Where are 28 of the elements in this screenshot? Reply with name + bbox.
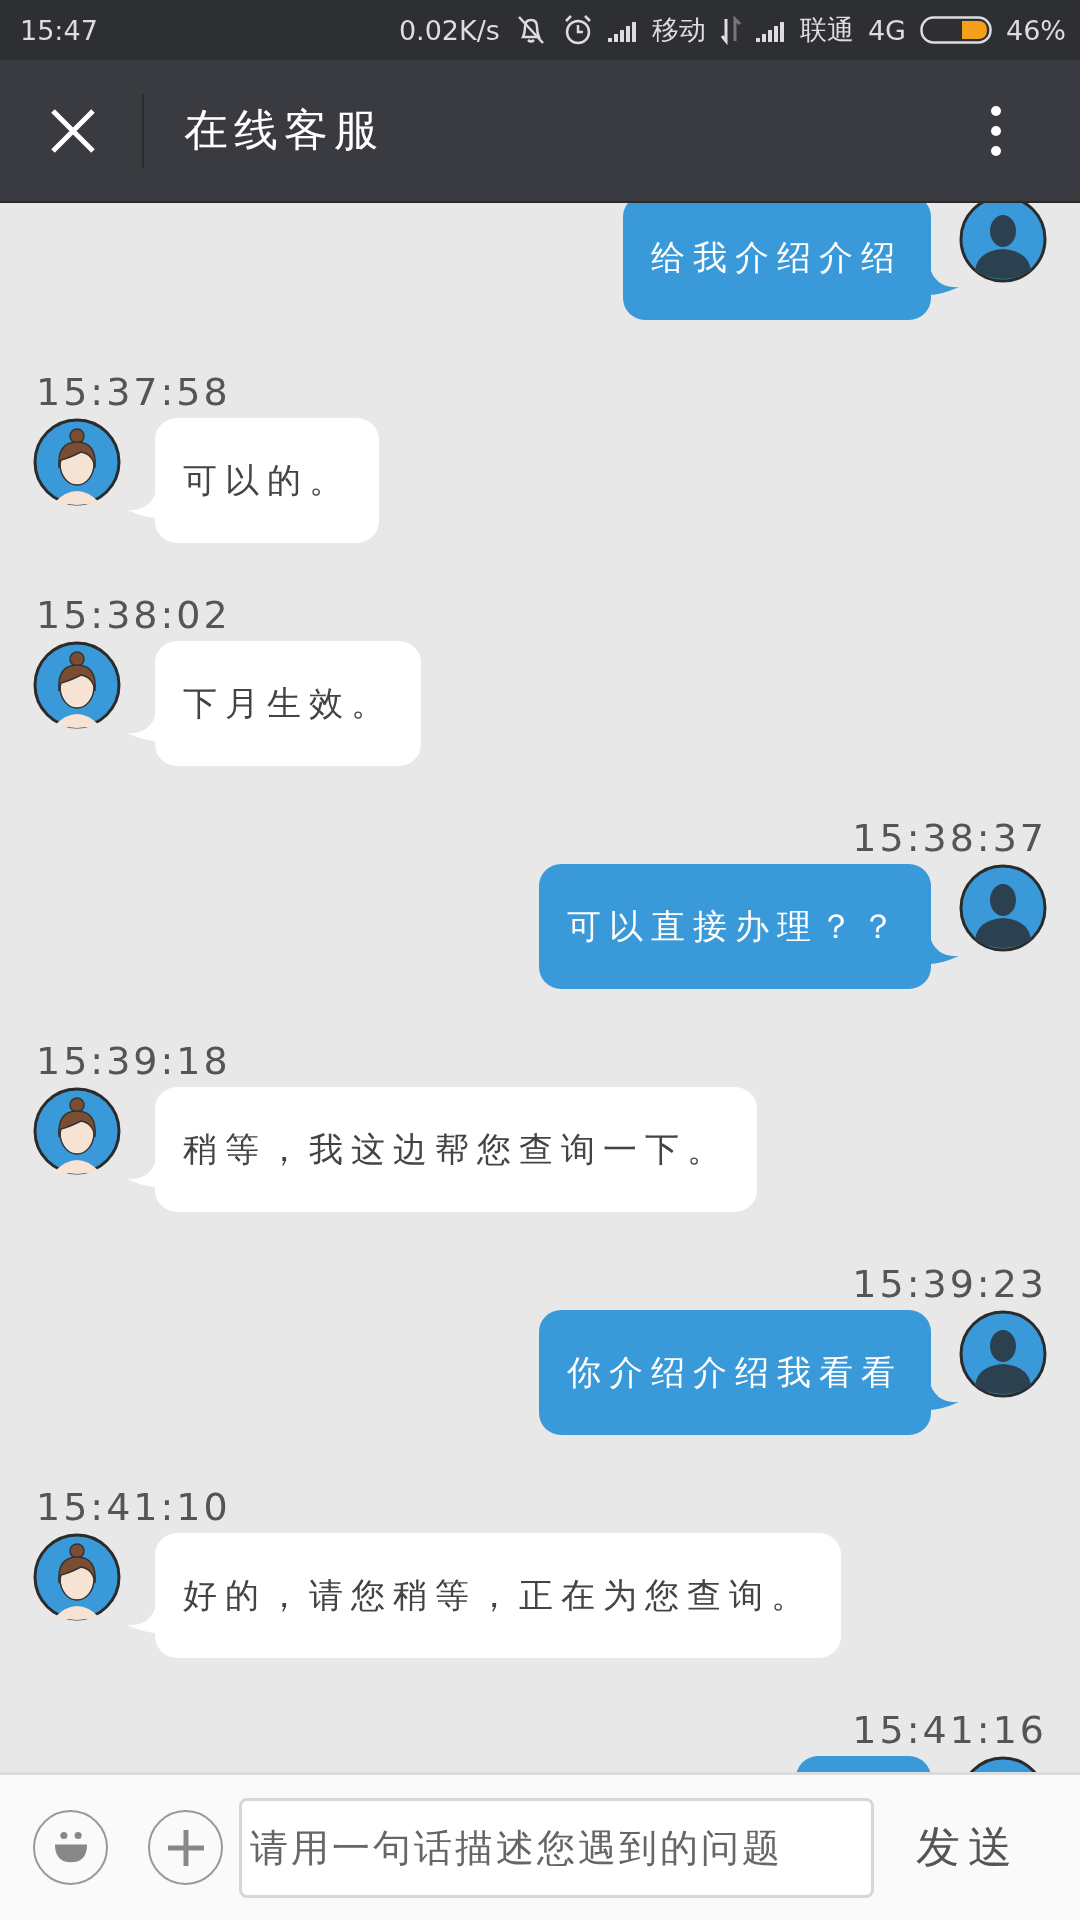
timestamp: 15:41:10 <box>36 1484 231 1531</box>
timestamp: 15:38:02 <box>36 592 231 639</box>
page-title: 在线客服 <box>184 103 385 157</box>
message-bubble: 下月生效。 <box>155 641 421 766</box>
network-type: 4G <box>867 14 906 46</box>
message-bubble: 给我介绍介绍 <box>623 203 931 320</box>
smiley-icon <box>52 1831 89 1864</box>
message-bubble: 稍等，我这边帮您查询一下。 <box>155 1087 757 1212</box>
message-bubble: 可以的。 <box>155 418 379 543</box>
message-bubble: 好的，请您稍等，正在为您查询。 <box>155 1533 841 1658</box>
close-icon <box>49 106 97 155</box>
plus-icon <box>166 1828 205 1867</box>
more-options-icon <box>990 104 1002 157</box>
message-input[interactable]: 请用一句话描述您遇到的问题 <box>239 1797 874 1898</box>
message-bubble: 你介绍介绍我看看 <box>539 1310 931 1435</box>
timestamp: 15:37:58 <box>36 369 231 416</box>
timestamp: 15:39:23 <box>852 1261 1047 1308</box>
battery-percent: 46% <box>1006 14 1066 46</box>
network-speed: 0.02K/s <box>398 14 500 46</box>
send-button[interactable]: 发送 <box>916 1818 1020 1877</box>
clock: 15:47 <box>20 14 98 46</box>
message-bubble: 可以直接办理？？ <box>539 864 931 989</box>
battery-icon <box>920 16 992 44</box>
carrier-name: 移动 <box>651 13 706 47</box>
timestamp: 15:39:18 <box>36 1038 231 1085</box>
timestamp: 15:38:37 <box>852 815 1047 862</box>
carrier-name: 联通 <box>799 13 854 47</box>
timestamp: 15:41:16 <box>852 1707 1047 1754</box>
